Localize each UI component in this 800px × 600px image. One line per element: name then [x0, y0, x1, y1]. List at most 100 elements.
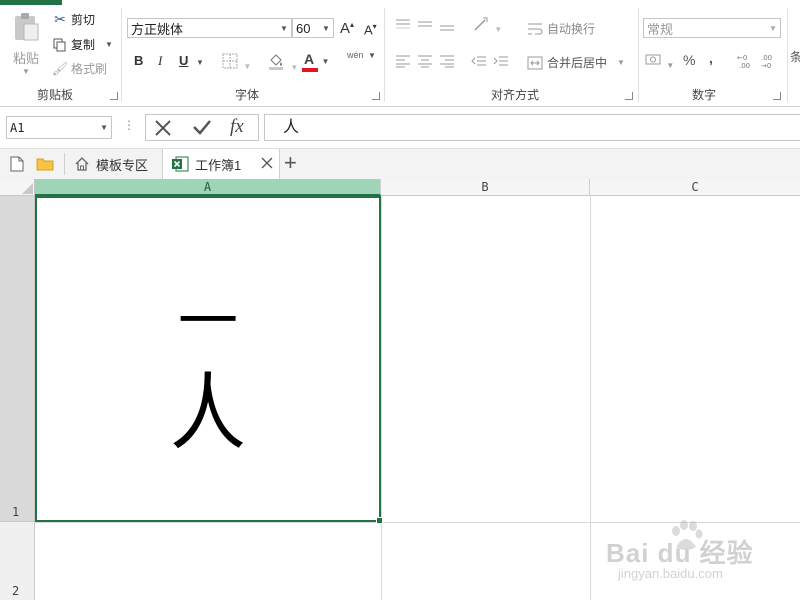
clipboard-group: 粘贴 ▼ ✂ 剪切 复制 ▼ 🖌 格式刷 剪贴板 — [0, 8, 122, 106]
number-launcher-icon[interactable] — [773, 92, 781, 100]
bold-label: B — [134, 53, 144, 68]
format-painter-button[interactable]: 🖌 格式刷 — [52, 60, 107, 77]
comma-button[interactable]: , — [709, 50, 713, 66]
decrease-font-button[interactable]: A▾ — [364, 22, 377, 37]
cut-label: 剪切 — [71, 13, 96, 27]
font-group: 方正姚体 ▼ 60 ▼ A▴ A▾ B I U ▼ ▼ ▼ A ▼ wén ▼ … — [122, 8, 384, 106]
align-top-button[interactable] — [395, 18, 411, 35]
border-grid-icon — [222, 53, 238, 69]
increase-font-button[interactable]: A▴ — [340, 20, 354, 37]
name-box-value: A1 — [10, 120, 25, 135]
name-box[interactable]: A1 ▼ — [6, 116, 112, 139]
align-middle-button[interactable] — [417, 18, 433, 35]
merge-center-button[interactable]: 合并后居中 ▼ — [527, 54, 625, 71]
copy-button[interactable]: 复制 ▼ — [52, 36, 113, 53]
row-header-1-label: 1 — [12, 505, 20, 519]
cell-a1-text-line1: 一 — [178, 287, 238, 357]
text-orientation-icon — [474, 17, 488, 31]
open-folder-button[interactable] — [36, 157, 54, 174]
cell-c1[interactable] — [591, 196, 800, 522]
border-button[interactable]: ▼ — [222, 53, 251, 72]
increase-indent-button[interactable] — [493, 54, 509, 71]
font-name-select[interactable]: 方正姚体 ▼ — [127, 18, 292, 38]
percent-button[interactable]: % — [683, 52, 695, 68]
confirm-entry-button[interactable] — [192, 118, 212, 139]
chevron-down-icon: ▼ — [769, 23, 777, 33]
fill-color-button[interactable]: ▼ — [267, 52, 298, 73]
cut-button[interactable]: ✂ 剪切 — [52, 11, 95, 28]
svg-text:→0: →0 — [761, 62, 771, 70]
new-file-button[interactable] — [10, 156, 24, 175]
font-name-value: 方正姚体 — [131, 21, 184, 37]
close-tab-icon[interactable] — [261, 157, 273, 172]
phonetic-dropdown-icon[interactable]: ▼ — [368, 51, 376, 60]
italic-button[interactable]: I — [158, 53, 162, 69]
paste-label: 粘贴 — [12, 51, 39, 66]
number-format-select[interactable]: 常规 ▼ — [643, 18, 781, 38]
wrap-text-label: 自动换行 — [547, 22, 596, 36]
tab-template-zone[interactable]: 模板专区 — [74, 149, 148, 179]
cell-b2[interactable] — [382, 523, 590, 600]
alignment-launcher-icon[interactable] — [625, 92, 633, 100]
accounting-format-button[interactable]: ▼ — [645, 52, 674, 71]
cancel-entry-button[interactable] — [154, 119, 172, 140]
column-header-c[interactable]: C — [590, 179, 800, 196]
underline-dropdown-icon[interactable]: ▼ — [196, 58, 204, 67]
fill-color-dropdown-icon[interactable]: ▼ — [290, 63, 298, 72]
insert-function-button[interactable]: fx — [230, 116, 244, 138]
format-painter-label: 格式刷 — [71, 62, 108, 76]
wrap-text-button[interactable]: 自动换行 — [527, 20, 595, 37]
phonetic-button[interactable]: wén ▼ — [347, 50, 376, 60]
row-header-1[interactable]: 1 — [0, 196, 35, 522]
align-center-button[interactable] — [417, 54, 433, 71]
orientation-dropdown-icon[interactable]: ▼ — [494, 25, 502, 34]
clipboard-launcher-icon[interactable] — [110, 92, 118, 100]
align-middle-icon — [418, 21, 432, 27]
font-color-button[interactable]: A ▼ — [302, 51, 329, 72]
cell-b1[interactable] — [382, 196, 590, 522]
wrap-text-icon — [528, 23, 543, 34]
accounting-dropdown-icon[interactable]: ▼ — [666, 61, 674, 70]
formula-input[interactable]: 人 — [264, 114, 800, 141]
orientation-button[interactable]: ▼ — [473, 16, 502, 35]
decrease-decimal-button[interactable]: .00 →0 — [759, 52, 779, 73]
svg-text:.00: .00 — [739, 62, 750, 70]
bold-button[interactable]: B — [134, 53, 143, 68]
add-tab-button[interactable]: + — [284, 150, 297, 176]
folder-icon — [36, 158, 54, 171]
font-launcher-icon[interactable] — [372, 92, 380, 100]
cell-a1[interactable]: 一 人 — [35, 196, 383, 524]
align-top-icon — [396, 19, 410, 29]
select-all-corner[interactable] — [0, 179, 35, 196]
up-arrow-icon: ▴ — [350, 20, 355, 29]
paste-button[interactable]: 粘贴 ▼ — [6, 10, 46, 80]
align-left-button[interactable] — [395, 54, 411, 71]
font-size-select[interactable]: 60 ▼ — [292, 18, 334, 38]
font-group-label: 字体 — [234, 88, 259, 102]
font-color-dropdown-icon[interactable]: ▼ — [321, 57, 329, 66]
cell-a2[interactable] — [35, 523, 381, 600]
column-header-b[interactable]: B — [381, 179, 590, 196]
tab-template-label: 模板专区 — [96, 157, 149, 173]
increase-indent-icon — [493, 56, 508, 66]
close-icon — [155, 120, 171, 136]
merge-dropdown-icon[interactable]: ▼ — [617, 58, 625, 67]
formula-bar-grip-icon[interactable]: ⋮ — [123, 118, 135, 132]
align-bottom-button[interactable] — [439, 18, 455, 35]
column-header-a[interactable]: A — [35, 179, 381, 196]
alignment-group-label: 对齐方式 — [490, 88, 539, 102]
row-header-2[interactable]: 2 — [0, 522, 35, 600]
tab-workbook1[interactable]: 工作簿1 — [162, 149, 280, 179]
align-right-button[interactable] — [439, 54, 455, 71]
paste-icon — [12, 12, 40, 42]
underline-label: U — [179, 53, 189, 68]
watermark-brand: Bai du 经验 — [606, 538, 754, 568]
border-dropdown-icon[interactable]: ▼ — [243, 62, 251, 71]
paste-dropdown-icon[interactable]: ▼ — [6, 67, 46, 76]
decrease-indent-button[interactable] — [471, 54, 487, 71]
copy-label: 复制 — [71, 38, 96, 52]
home-icon — [75, 157, 89, 171]
underline-button[interactable]: U ▼ — [179, 53, 204, 68]
copy-dropdown-icon[interactable]: ▼ — [105, 40, 113, 49]
increase-decimal-button[interactable]: ←0.00 — [735, 52, 755, 73]
